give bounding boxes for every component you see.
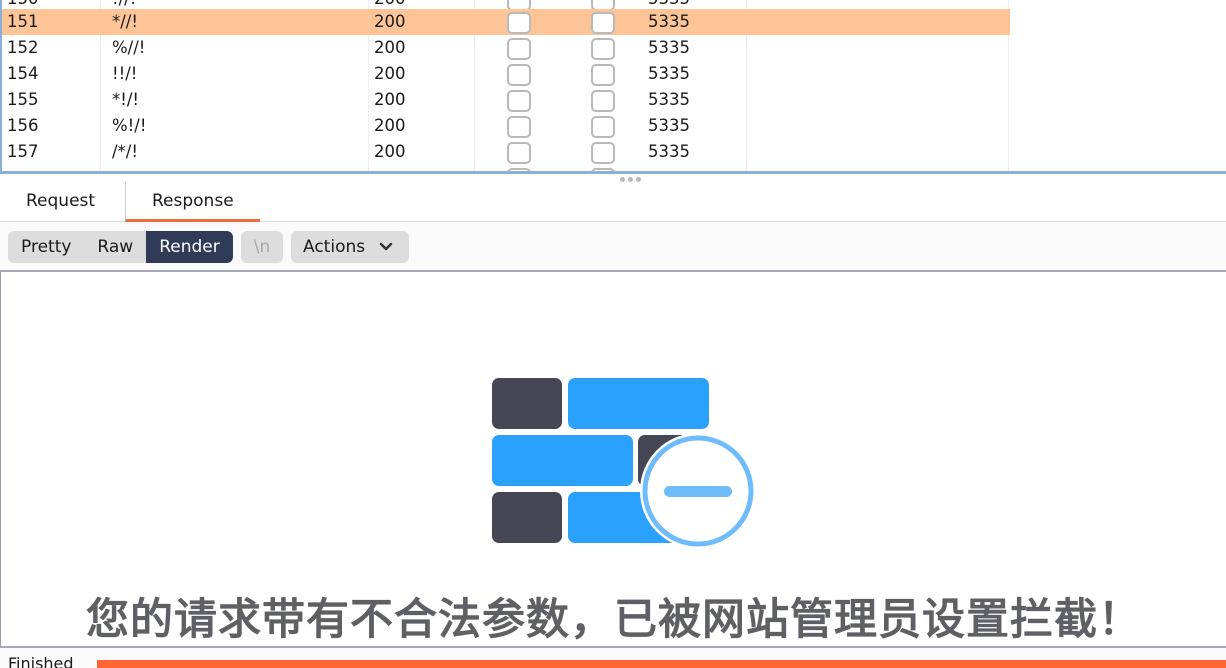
status-code: 200 [374, 116, 406, 135]
error-checkbox[interactable] [507, 142, 531, 164]
row-number: 157 [7, 142, 39, 161]
progress-fill [97, 660, 1226, 668]
response-length: 5335 [648, 142, 690, 161]
pretty-button[interactable]: Pretty [8, 231, 84, 263]
timeout-checkbox[interactable] [591, 38, 615, 60]
message-tabs: Request Response [0, 182, 1226, 222]
brick [492, 435, 633, 486]
minus-bar [664, 486, 732, 497]
timeout-checkbox[interactable] [591, 64, 615, 86]
timeout-checkbox[interactable] [591, 142, 615, 164]
show-newlines-button[interactable]: \n [241, 231, 283, 263]
status-text: Finished [8, 654, 74, 668]
actions-label: Actions [303, 237, 366, 257]
response-length: 5335 [648, 12, 690, 31]
row-number: 156 [7, 116, 39, 135]
status-bar: Finished [0, 648, 1226, 668]
table-row[interactable]: 151 *//! 200 5335 [2, 9, 1010, 35]
progress-bar [97, 660, 1226, 668]
error-checkbox[interactable] [507, 38, 531, 60]
response-length: 5335 [648, 90, 690, 109]
timeout-checkbox[interactable] [591, 12, 615, 34]
chevron-down-icon [379, 231, 393, 263]
payload: *!/! [112, 90, 140, 109]
brick [568, 378, 709, 429]
response-length: 5335 [648, 116, 690, 135]
timeout-checkbox[interactable] [591, 168, 615, 171]
error-checkbox[interactable] [507, 116, 531, 138]
timeout-checkbox[interactable] [591, 90, 615, 112]
table-row[interactable]: 157 /*/! 200 5335 [2, 139, 1010, 165]
render-view: 您的请求带有不合法参数，已被网站管理员设置拦截！ [0, 272, 1226, 648]
status-code: 200 [374, 38, 406, 57]
error-checkbox[interactable] [507, 12, 531, 34]
brick [492, 378, 562, 429]
payload: !!/! [112, 64, 138, 83]
response-length: 5335 [648, 38, 690, 57]
firewall-block-icon [492, 378, 756, 549]
table-row[interactable]: 155 *!/! 200 5335 [2, 87, 1010, 113]
table-row[interactable]: 156 %!/! 200 5335 [2, 113, 1010, 139]
status-code: 200 [374, 142, 406, 161]
response-length: 5335 [648, 64, 690, 83]
row-number: 154 [7, 64, 39, 83]
results-table[interactable]: 150!//!2005335151*//!2005335152%//!20053… [0, 0, 1226, 174]
status-code: 200 [374, 64, 406, 83]
status-code: 200 [374, 12, 406, 31]
error-checkbox[interactable] [507, 168, 531, 171]
tab-request[interactable]: Request [0, 182, 121, 222]
payload: *//! [112, 12, 138, 31]
row-number: 151 [7, 12, 39, 31]
status-code: 200 [374, 90, 406, 109]
block-message: 您的请求带有不合法参数，已被网站管理员设置拦截！ [86, 595, 1142, 645]
actions-button[interactable]: Actions [291, 231, 409, 263]
payload: %//! [112, 38, 146, 57]
payload: /*/! [112, 142, 138, 161]
error-checkbox[interactable] [507, 90, 531, 112]
render-button[interactable]: Render [146, 231, 233, 263]
table-row[interactable]: 154 !!/! 200 5335 [2, 61, 1010, 87]
error-checkbox[interactable] [507, 64, 531, 86]
table-row[interactable]: 152 %//! 200 5335 [2, 35, 1010, 61]
payload: %!/! [112, 116, 147, 135]
row-number: 152 [7, 38, 39, 57]
brick [492, 492, 562, 543]
raw-button[interactable]: Raw [84, 231, 146, 263]
view-toolbar: Pretty Raw Render \n Actions [0, 222, 1226, 272]
view-mode-selector: Pretty Raw Render [8, 231, 233, 263]
timeout-checkbox[interactable] [591, 116, 615, 138]
tab-response[interactable]: Response [125, 182, 260, 222]
table-row-partial [2, 165, 1010, 171]
row-number: 155 [7, 90, 39, 109]
